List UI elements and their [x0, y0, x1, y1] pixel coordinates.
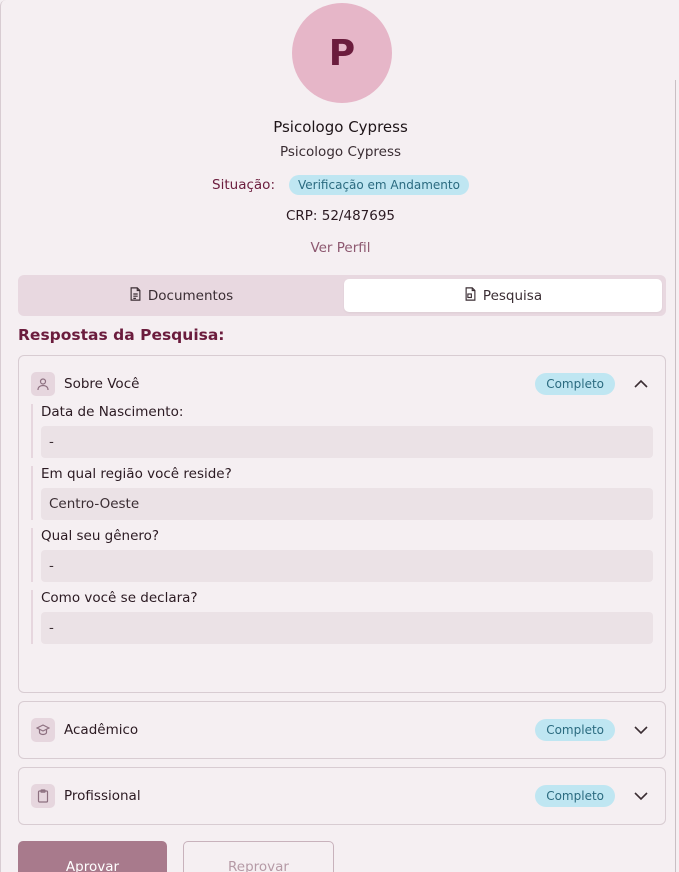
chevron-down-icon[interactable]	[633, 722, 649, 738]
profile-name: Psicologo Cypress	[273, 118, 408, 136]
question-list: Data de Nascimento: - Em qual região voc…	[19, 404, 665, 660]
complete-badge: Completo	[535, 785, 615, 807]
question-text: Como você se declara?	[41, 590, 198, 606]
avatar-letter: P	[328, 32, 356, 74]
scrollbar[interactable]	[675, 80, 679, 872]
category-card-sobre-voce: Sobre Você Completo Data de Nascimento: …	[18, 355, 666, 693]
category-label: Acadêmico	[64, 722, 139, 738]
complete-badge: Completo	[535, 719, 615, 741]
list-item: Como você se declara? -	[31, 590, 653, 644]
chevron-up-icon[interactable]	[633, 376, 649, 392]
situacao-row: Situação: Verificação em Andamento	[1, 175, 679, 195]
answer-field: Centro-Oeste	[41, 488, 653, 520]
approve-button[interactable]: Aprovar	[18, 841, 167, 872]
category-label: Profissional	[64, 788, 141, 804]
crp-number: CRP: 52/487695	[285, 208, 396, 224]
category-header-academico[interactable]: Acadêmico Completo	[19, 702, 665, 758]
section-title: Respostas da Pesquisa:	[18, 326, 225, 344]
profile-subname: Psicologo Cypress	[279, 144, 402, 160]
list-item: Em qual região você reside? Centro-Oeste	[31, 466, 653, 520]
avatar: P	[292, 3, 392, 103]
list-item: Qual seu gênero? -	[31, 528, 653, 582]
answer-field: -	[41, 550, 653, 582]
status-badge: Verificação em Andamento	[289, 175, 469, 195]
answer-field: -	[41, 612, 653, 644]
situacao-label: Situação:	[212, 177, 275, 193]
document-icon	[129, 286, 142, 305]
question-text: Em qual região você reside?	[41, 466, 232, 482]
chevron-down-icon[interactable]	[633, 788, 649, 804]
survey-icon	[464, 286, 477, 305]
question-text: Qual seu gênero?	[41, 528, 160, 544]
reject-button[interactable]: Reprovar	[183, 841, 334, 872]
tab-pesquisa[interactable]: Pesquisa	[344, 279, 662, 312]
answer-field: -	[41, 426, 653, 458]
category-card-academico: Acadêmico Completo	[18, 701, 666, 759]
tab-documentos[interactable]: Documentos	[22, 279, 340, 312]
graduation-cap-icon	[31, 718, 55, 742]
tab-bar: Documentos Pesquisa	[18, 275, 666, 316]
question-text: Data de Nascimento:	[41, 404, 184, 420]
profile-panel: P Psicologo Cypress Psicologo Cypress Si…	[0, 0, 679, 872]
clipboard-icon	[31, 784, 55, 808]
category-header-profissional[interactable]: Profissional Completo	[19, 768, 665, 824]
user-icon	[31, 372, 55, 396]
view-profile-link[interactable]: Ver Perfil	[1, 240, 679, 256]
complete-badge: Completo	[535, 373, 615, 395]
list-item: Data de Nascimento: -	[31, 404, 653, 458]
category-card-profissional: Profissional Completo	[18, 767, 666, 825]
tab-label: Documentos	[147, 287, 234, 304]
tab-label: Pesquisa	[482, 287, 543, 304]
category-label: Sobre Você	[64, 376, 140, 392]
